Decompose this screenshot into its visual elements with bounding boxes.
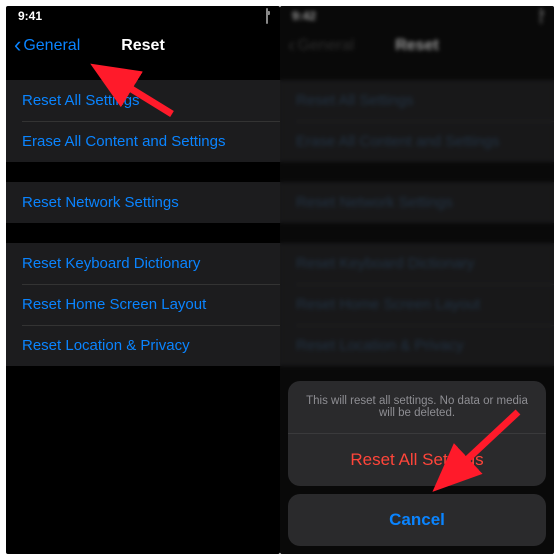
status-time: 9:41 [18,9,42,23]
battery-icon [266,9,268,23]
action-reset-all-settings[interactable]: Reset All Settings [288,434,546,486]
group-3: Reset Keyboard Dictionary Reset Home Scr… [6,243,280,366]
phone-right: 9:42 ‹ General Reset Reset All Settings … [280,6,554,554]
row-reset-location[interactable]: Reset Location & Privacy [6,325,280,366]
row-reset-home-screen[interactable]: Reset Home Screen Layout [6,284,280,325]
back-label: General [23,37,80,55]
row-reset-keyboard[interactable]: Reset Keyboard Dictionary [6,243,280,284]
row-erase-all-content[interactable]: Erase All Content and Settings [6,121,280,162]
status-right [266,9,268,23]
action-sheet: This will reset all settings. No data or… [288,381,546,546]
back-button[interactable]: ‹ General [6,36,80,56]
action-sheet-message: This will reset all settings. No data or… [288,381,546,434]
chevron-left-icon: ‹ [14,34,21,56]
phone-left: 9:41 ‹ General Reset Reset All Settings … [6,6,280,554]
action-sheet-group: This will reset all settings. No data or… [288,381,546,486]
row-reset-network[interactable]: Reset Network Settings [6,182,280,223]
nav-bar: ‹ General Reset [6,26,280,66]
action-cancel[interactable]: Cancel [288,494,546,546]
row-reset-all-settings[interactable]: Reset All Settings [6,80,280,121]
group-1: Reset All Settings Erase All Content and… [6,80,280,162]
status-bar: 9:41 [6,6,280,26]
group-2: Reset Network Settings [6,182,280,223]
